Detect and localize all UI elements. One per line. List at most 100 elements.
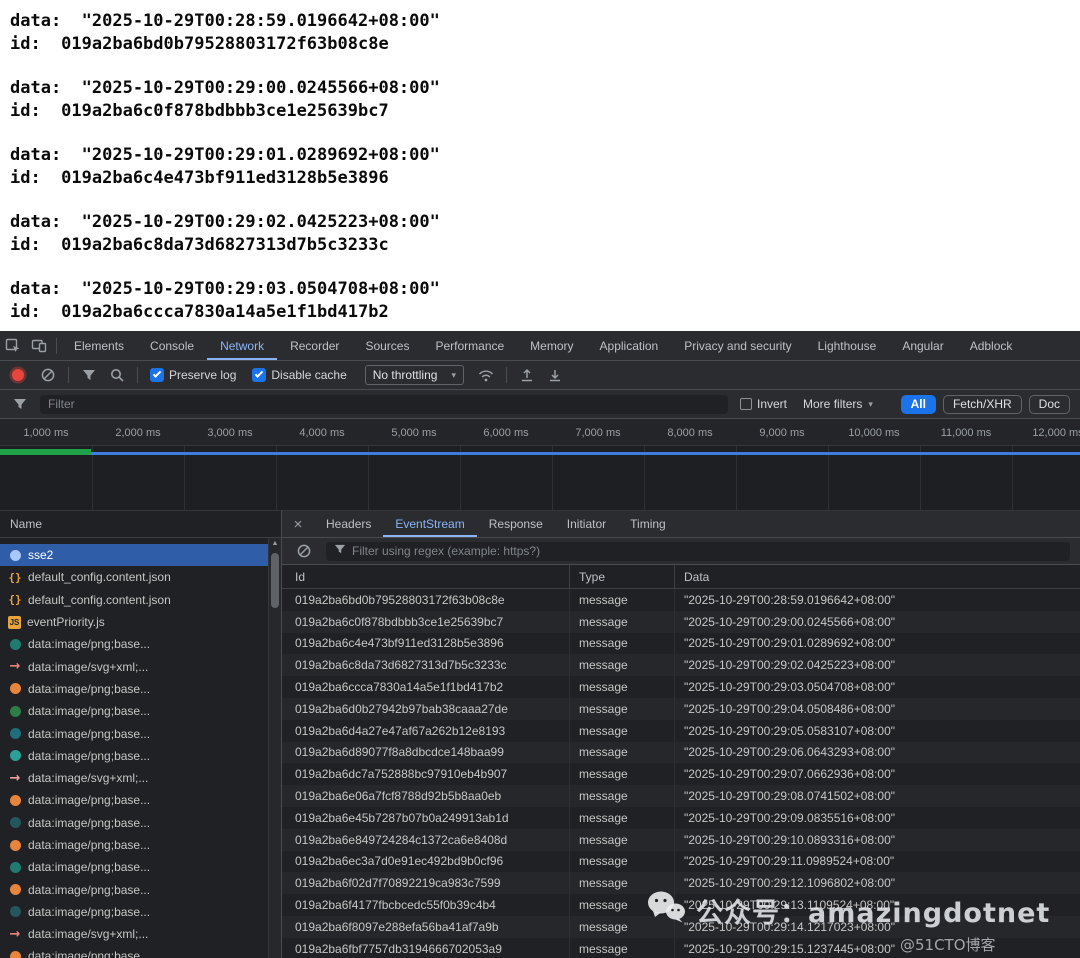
preserve-log-toggle[interactable]: Preserve log bbox=[150, 368, 236, 382]
eventstream-row[interactable]: 019a2ba6ccca7830a14a5e1f1bd417b2message"… bbox=[282, 676, 1080, 698]
request-row[interactable]: →data:image/svg+xml;... bbox=[0, 923, 268, 945]
tab-angular[interactable]: Angular bbox=[889, 331, 956, 360]
message-id-cell: 019a2ba6d0b27942b97bab38caaa27de bbox=[282, 698, 570, 720]
record-button[interactable] bbox=[12, 369, 24, 381]
eventstream-row[interactable]: 019a2ba6d0b27942b97bab38caaa27demessage"… bbox=[282, 698, 1080, 720]
preserve-log-checkbox[interactable] bbox=[150, 368, 164, 382]
request-row[interactable]: data:image/png;base... bbox=[0, 745, 268, 767]
detail-tab-response[interactable]: Response bbox=[477, 511, 555, 537]
eventstream-row[interactable]: 019a2ba6d4a27e47af67a262b12e8193message"… bbox=[282, 720, 1080, 742]
eventstream-row[interactable]: 019a2ba6c0f878bdbbb3ce1e25639bc7message"… bbox=[282, 611, 1080, 633]
request-row[interactable]: data:image/png;base... bbox=[0, 789, 268, 811]
request-row[interactable]: data:image/png;base... bbox=[0, 901, 268, 923]
request-row[interactable]: data:image/png;base... bbox=[0, 856, 268, 878]
column-header-id[interactable]: Id bbox=[282, 565, 570, 588]
eventstream-row[interactable]: 019a2ba6f8097e288efa56ba41af7a9bmessage"… bbox=[282, 916, 1080, 938]
import-har-icon[interactable] bbox=[515, 363, 539, 387]
eventstream-row[interactable]: 019a2ba6e849724284c1372ca6e8408dmessage"… bbox=[282, 829, 1080, 851]
timeline-gridline bbox=[368, 446, 369, 510]
request-row[interactable]: →data:image/svg+xml;... bbox=[0, 767, 268, 789]
tab-performance[interactable]: Performance bbox=[422, 331, 517, 360]
more-filters-button[interactable]: More filters ▾ bbox=[803, 397, 873, 411]
requests-scrollbar[interactable]: ▲ bbox=[268, 538, 281, 958]
detail-tab-eventstream[interactable]: EventStream bbox=[383, 511, 476, 537]
eventstream-table-header: Id Type Data bbox=[282, 565, 1080, 589]
search-icon[interactable] bbox=[105, 363, 129, 387]
message-type-cell: message bbox=[570, 872, 675, 894]
name-column-header[interactable]: Name bbox=[0, 511, 281, 538]
tab-console[interactable]: Console bbox=[137, 331, 207, 360]
invert-checkbox[interactable] bbox=[740, 398, 752, 410]
request-row[interactable]: data:image/png;base... bbox=[0, 633, 268, 655]
request-row[interactable]: {}default_config.content.json bbox=[0, 589, 268, 611]
tab-memory[interactable]: Memory bbox=[517, 331, 586, 360]
eventstream-row[interactable]: 019a2ba6f02d7f70892219ca983c7599message"… bbox=[282, 872, 1080, 894]
request-row[interactable]: data:image/png;base... bbox=[0, 678, 268, 700]
eventstream-row[interactable]: 019a2ba6e45b7287b07b0a249913ab1dmessage"… bbox=[282, 807, 1080, 829]
tab-lighthouse[interactable]: Lighthouse bbox=[805, 331, 890, 360]
eventstream-row[interactable]: 019a2ba6fbf7757db3194666702053a9message"… bbox=[282, 938, 1080, 958]
request-row[interactable]: data:image/png;base... bbox=[0, 878, 268, 900]
tab-sources[interactable]: Sources bbox=[352, 331, 422, 360]
eventstream-row[interactable]: 019a2ba6bd0b79528803172f63b08c8emessage"… bbox=[282, 589, 1080, 611]
close-icon[interactable]: × bbox=[282, 511, 314, 537]
eventstream-row[interactable]: 019a2ba6e06a7fcf8788d92b5b8aa0ebmessage"… bbox=[282, 785, 1080, 807]
favicon-dot bbox=[10, 840, 21, 851]
inspect-element-icon[interactable] bbox=[0, 331, 26, 360]
message-id-cell: 019a2ba6e45b7287b07b0a249913ab1d bbox=[282, 807, 570, 829]
filter-chip-doc[interactable]: Doc bbox=[1029, 395, 1070, 414]
tab-elements[interactable]: Elements bbox=[61, 331, 137, 360]
eventstream-row[interactable]: 019a2ba6dc7a752888bc97910eb4b907message"… bbox=[282, 763, 1080, 785]
request-row[interactable]: data:image/png;base... bbox=[0, 722, 268, 744]
favicon-dot bbox=[10, 683, 21, 694]
request-row[interactable]: data:image/png;base... bbox=[0, 812, 268, 834]
tab-application[interactable]: Application bbox=[587, 331, 672, 360]
tab-network[interactable]: Network bbox=[207, 331, 277, 360]
export-har-icon[interactable] bbox=[543, 363, 567, 387]
detail-tab-headers[interactable]: Headers bbox=[314, 511, 383, 537]
filter-icon[interactable] bbox=[8, 392, 32, 416]
eventstream-row[interactable]: 019a2ba6d89077f8a8dbcdce148baa99message"… bbox=[282, 742, 1080, 764]
detail-tab-initiator[interactable]: Initiator bbox=[555, 511, 618, 537]
filter-chip-all[interactable]: All bbox=[901, 395, 936, 414]
scrollbar-up-icon[interactable]: ▲ bbox=[269, 538, 281, 550]
request-row[interactable]: data:image/png;base... bbox=[0, 945, 268, 958]
throttling-select[interactable]: No throttling ▾ bbox=[365, 365, 464, 385]
network-overview[interactable] bbox=[0, 446, 1080, 511]
column-header-data[interactable]: Data bbox=[675, 565, 1080, 588]
filter-input[interactable] bbox=[40, 395, 728, 414]
timeline-gridline bbox=[828, 446, 829, 510]
eventstream-row[interactable]: 019a2ba6c8da73d6827313d7b5c3233cmessage"… bbox=[282, 654, 1080, 676]
eventstream-filter-input[interactable] bbox=[352, 544, 1062, 558]
detail-tab-timing[interactable]: Timing bbox=[618, 511, 678, 537]
invert-toggle[interactable]: Invert bbox=[740, 397, 787, 411]
message-data-cell: "2025-10-29T00:29:00.0245566+08:00" bbox=[675, 611, 1080, 633]
clear-icon[interactable] bbox=[292, 539, 316, 563]
network-conditions-icon[interactable] bbox=[474, 363, 498, 387]
tab-adblock[interactable]: Adblock bbox=[957, 331, 1026, 360]
request-row[interactable]: JSeventPriority.js bbox=[0, 611, 268, 633]
scrollbar-thumb[interactable] bbox=[271, 553, 279, 608]
tab-privacy-and-security[interactable]: Privacy and security bbox=[671, 331, 804, 360]
request-row[interactable]: data:image/png;base... bbox=[0, 834, 268, 856]
eventstream-row[interactable]: 019a2ba6f4177fbcbcedc55f0b39c4b4message"… bbox=[282, 894, 1080, 916]
device-toolbar-icon[interactable] bbox=[26, 331, 52, 360]
request-list-panel: Name sse2sse2{}default_config.content.js… bbox=[0, 511, 282, 958]
more-filters-label: More filters bbox=[803, 397, 862, 411]
column-header-type[interactable]: Type bbox=[570, 565, 675, 588]
tab-recorder[interactable]: Recorder bbox=[277, 331, 352, 360]
filter-icon[interactable] bbox=[77, 363, 101, 387]
request-row[interactable]: {}default_config.content.json bbox=[0, 566, 268, 588]
request-row[interactable]: data:image/png;base... bbox=[0, 700, 268, 722]
svg-image-icon: → bbox=[8, 771, 22, 785]
request-row[interactable]: sse2 bbox=[0, 544, 268, 566]
message-data-cell: "2025-10-29T00:28:59.0196642+08:00" bbox=[675, 589, 1080, 611]
request-row[interactable]: →data:image/svg+xml;... bbox=[0, 655, 268, 677]
clear-icon[interactable] bbox=[36, 363, 60, 387]
filter-chip-fetch-xhr[interactable]: Fetch/XHR bbox=[943, 395, 1022, 414]
disable-cache-toggle[interactable]: Disable cache bbox=[252, 368, 346, 382]
eventstream-row[interactable]: 019a2ba6c4e473bf911ed3128b5e3896message"… bbox=[282, 633, 1080, 655]
favicon-dot bbox=[10, 795, 21, 806]
eventstream-row[interactable]: 019a2ba6ec3a7d0e91ec492bd9b0cf96message"… bbox=[282, 851, 1080, 873]
disable-cache-checkbox[interactable] bbox=[252, 368, 266, 382]
